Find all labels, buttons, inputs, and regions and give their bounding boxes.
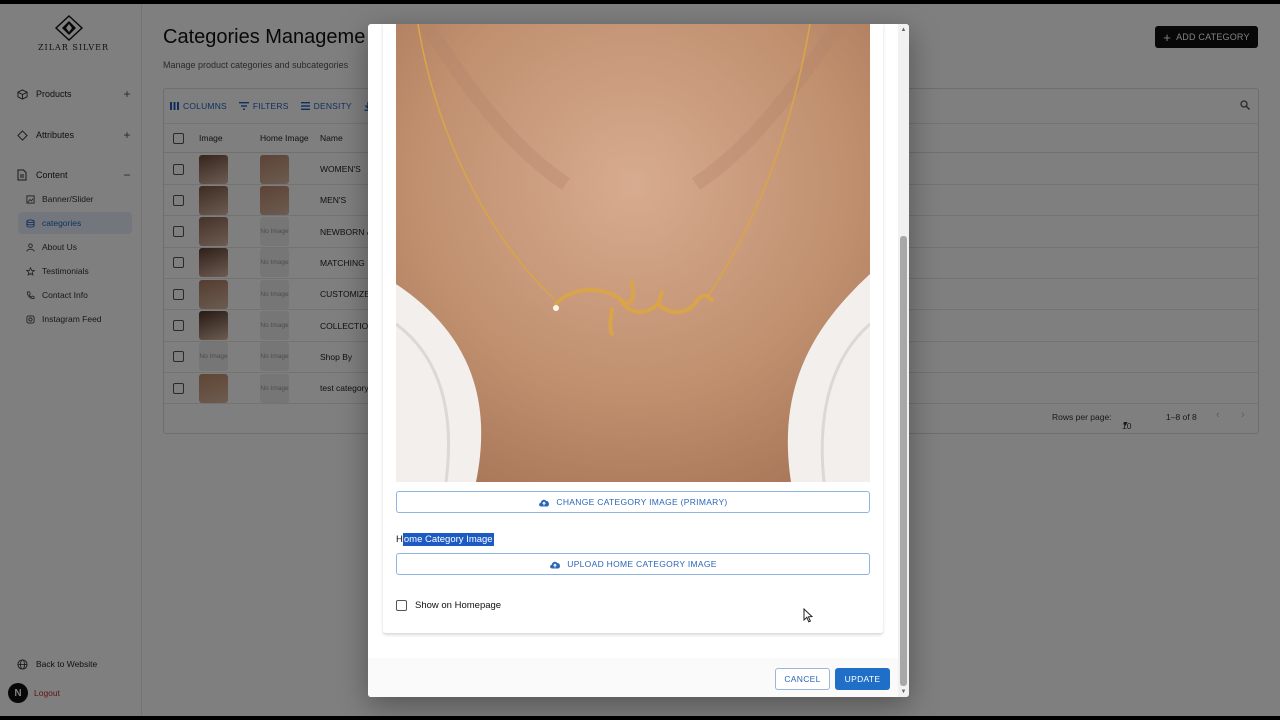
mouse-cursor-icon (803, 607, 814, 628)
upload-home-category-image-label: UPLOAD HOME CATEGORY IMAGE (567, 559, 717, 569)
necklace-photo (396, 24, 870, 482)
show-on-homepage-checkbox[interactable] (396, 600, 407, 611)
update-button[interactable]: UPDATE (835, 668, 890, 690)
scrollbar-thumb[interactable] (900, 236, 907, 686)
screen: ZILAR SILVER Products + Attributes + Con… (0, 4, 1280, 716)
change-category-image-label: CHANGE CATEGORY IMAGE (PRIMARY) (556, 497, 728, 507)
dialog-actions: CANCEL UPDATE (368, 658, 898, 697)
category-image-preview (396, 24, 870, 482)
dialog-form-card: CHANGE CATEGORY IMAGE (PRIMARY) Home Cat… (383, 24, 883, 634)
scroll-down-icon[interactable]: ▼ (900, 688, 907, 696)
selected-label-text: ome Category Image (402, 533, 494, 546)
home-category-image-label: Home Category Image (396, 533, 494, 546)
cancel-button[interactable]: CANCEL (775, 668, 830, 690)
scroll-up-icon[interactable]: ▲ (900, 26, 907, 34)
cloud-upload-icon (539, 499, 550, 506)
change-category-image-button[interactable]: CHANGE CATEGORY IMAGE (PRIMARY) (396, 491, 870, 513)
label-first-letter: H (396, 534, 403, 545)
show-on-homepage-control[interactable]: Show on Homepage (396, 600, 501, 611)
show-on-homepage-label: Show on Homepage (415, 600, 502, 611)
cloud-upload-icon (550, 561, 561, 568)
edit-category-dialog: CHANGE CATEGORY IMAGE (PRIMARY) Home Cat… (368, 24, 909, 697)
dialog-scrollbar[interactable]: ▲ ▼ (898, 24, 909, 697)
upload-home-category-image-button[interactable]: UPLOAD HOME CATEGORY IMAGE (396, 553, 870, 575)
